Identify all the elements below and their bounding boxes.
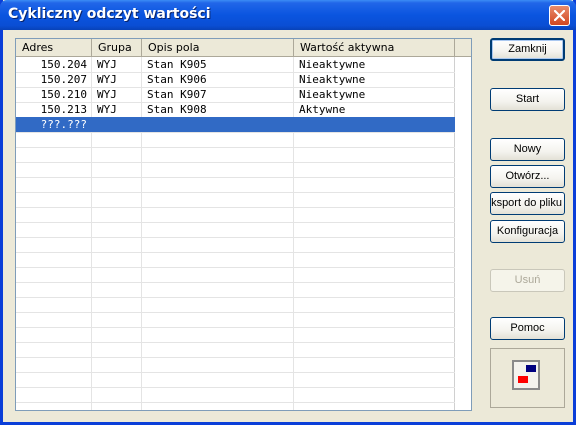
cell-adres: 150.210 <box>40 88 87 101</box>
column-header-opis[interactable]: Opis pola <box>142 39 294 56</box>
cell-opis: Stan K905 <box>147 58 207 71</box>
cell-grupa: WYJ <box>97 73 117 86</box>
indicator-blue-square <box>526 365 536 372</box>
grid-line <box>16 132 455 133</box>
cell-grupa <box>92 117 141 132</box>
close-dialog-button[interactable]: Zamknij <box>490 38 565 61</box>
cell-opis: Stan K908 <box>147 103 207 116</box>
table-row[interactable]: 150.210 WYJ Stan K907 Nieaktywne <box>16 87 455 102</box>
start-button[interactable]: Start <box>490 88 565 111</box>
column-header-adres[interactable]: Adres <box>16 39 92 56</box>
export-button[interactable]: ksport do pliku <box>490 192 565 215</box>
delete-button[interactable]: Usuń <box>490 269 565 292</box>
values-list[interactable]: Adres Grupa Opis pola Wartość aktywna 15… <box>15 38 472 411</box>
new-button[interactable]: Nowy <box>490 138 565 161</box>
grid-line <box>16 342 455 343</box>
grid-line <box>16 357 455 358</box>
cell-grupa: WYJ <box>97 103 117 116</box>
grid-line <box>16 282 455 283</box>
grid-line <box>16 267 455 268</box>
grid-line <box>16 237 455 238</box>
cell-wartosc <box>294 117 454 132</box>
table-row[interactable]: 150.204 WYJ Stan K905 Nieaktywne <box>16 57 455 72</box>
dialog-client: Adres Grupa Opis pola Wartość aktywna 15… <box>3 30 573 422</box>
grid-line <box>16 162 455 163</box>
cell-grupa: WYJ <box>97 58 117 71</box>
cell-wartosc: Aktywne <box>299 103 346 116</box>
grid-line <box>16 327 455 328</box>
list-header: Adres Grupa Opis pola Wartość aktywna <box>16 39 471 57</box>
cell-opis: Stan K906 <box>147 73 207 86</box>
table-row[interactable]: 150.213 WYJ Stan K908 Aktywne <box>16 102 455 117</box>
grid-line <box>16 207 455 208</box>
cell-opis: Stan K907 <box>147 88 207 101</box>
cell-wartosc: Nieaktywne <box>299 88 366 101</box>
column-header-filler <box>455 39 471 56</box>
cell-adres: ???.??? <box>16 117 91 132</box>
cell-wartosc: Nieaktywne <box>299 58 366 71</box>
open-button[interactable]: Otwórz... <box>490 165 565 188</box>
help-button[interactable]: Pomoc <box>490 317 565 340</box>
grid-line <box>16 387 455 388</box>
column-header-grupa[interactable]: Grupa <box>92 39 142 56</box>
status-indicator-icon <box>512 360 540 390</box>
grid-line <box>16 252 455 253</box>
cell-wartosc: Nieaktywne <box>299 73 366 86</box>
cell-grupa: WYJ <box>97 88 117 101</box>
column-header-wartosc[interactable]: Wartość aktywna <box>294 39 455 56</box>
grid-line <box>16 372 455 373</box>
grid-line <box>16 312 455 313</box>
title-bar[interactable]: Cykliczny odczyt wartości <box>0 0 576 30</box>
status-indicator <box>490 348 565 408</box>
close-icon <box>554 10 565 21</box>
cell-adres: 150.207 <box>40 73 87 86</box>
dialog-window: Cykliczny odczyt wartości Adres Grupa Op… <box>0 0 576 425</box>
grid-line <box>16 147 455 148</box>
cell-adres: 150.204 <box>40 58 87 71</box>
indicator-red-square <box>518 376 528 383</box>
close-button[interactable] <box>549 5 570 26</box>
grid-line <box>16 177 455 178</box>
table-row-selected[interactable]: ???.??? <box>16 117 455 132</box>
window-title: Cykliczny odczyt wartości <box>8 6 211 22</box>
cell-adres: 150.213 <box>40 103 87 116</box>
table-row[interactable]: 150.207 WYJ Stan K906 Nieaktywne <box>16 72 455 87</box>
grid-line <box>16 192 455 193</box>
configuration-button[interactable]: Konfiguracja <box>490 220 565 243</box>
grid-line <box>16 297 455 298</box>
cell-opis <box>142 117 293 132</box>
grid-line <box>16 222 455 223</box>
grid-line <box>16 402 455 403</box>
